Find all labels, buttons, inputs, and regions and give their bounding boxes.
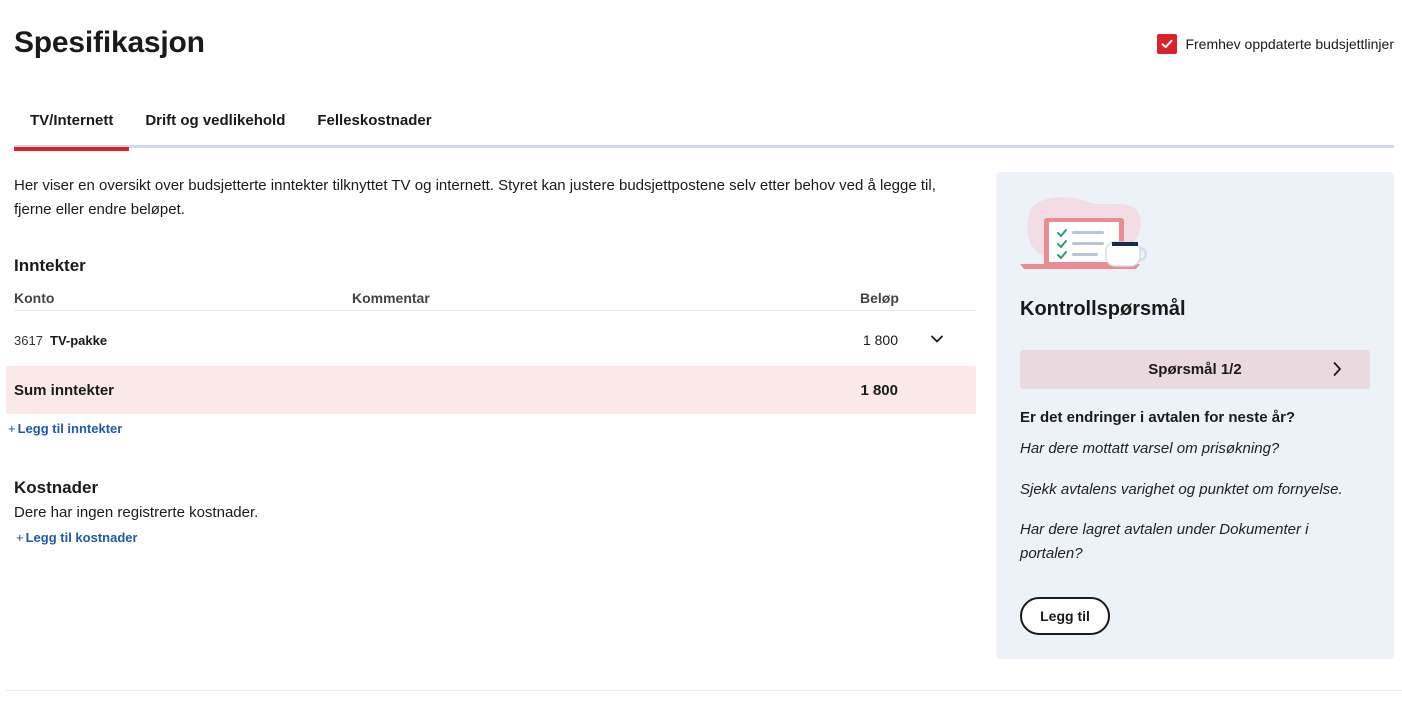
- plus-icon: +: [8, 421, 16, 436]
- highlight-label: Fremhev oppdaterte budsjettlinjer: [1185, 36, 1394, 52]
- question-heading: Er det endringer i avtalen for neste år?: [1020, 409, 1296, 426]
- add-income-label: Legg til inntekter: [17, 421, 123, 436]
- income-heading: Inntekter: [14, 256, 86, 275]
- tab-drift-og-vedlikehold[interactable]: Drift og vedlikehold: [129, 104, 301, 148]
- add-costs-link[interactable]: + Legg til kostnader: [16, 530, 138, 545]
- costs-heading: Kostnader: [14, 478, 99, 497]
- panel-title: Kontrollspørsmål: [1020, 298, 1186, 320]
- tab-felleskostnader[interactable]: Felleskostnader: [301, 104, 447, 148]
- column-header-amount: Beløp: [860, 290, 899, 306]
- chevron-right-icon: [1330, 361, 1344, 382]
- account-name: TV-pakke: [50, 333, 108, 348]
- tab-tv-internett[interactable]: TV/Internett: [14, 104, 130, 151]
- add-button[interactable]: Legg til: [1020, 597, 1110, 635]
- question-counter: Spørsmål 1/2: [1148, 361, 1242, 378]
- header-divider: [14, 310, 976, 311]
- control-questions-panel: Kontrollspørsmål Spørsmål 1/2 Er det end…: [996, 172, 1394, 659]
- costs-empty-text: Dere har ingen registrerte kostnader.: [14, 504, 259, 521]
- plus-icon: +: [16, 530, 24, 545]
- page-title: Spesifikasjon: [14, 26, 205, 59]
- checkmark-icon: [1161, 39, 1173, 49]
- column-header-account: Konto: [14, 290, 55, 306]
- sum-amount: 1 800: [860, 382, 898, 399]
- column-header-comment: Kommentar: [352, 290, 430, 306]
- footer-divider: [6, 690, 1402, 691]
- add-income-link[interactable]: + Legg til inntekter: [8, 421, 122, 436]
- question-item: Har dere lagret avtalen under Dokumenter…: [1020, 521, 1309, 562]
- table-row[interactable]: 3617 TV-pakke 1 800: [14, 322, 976, 360]
- question-item: Sjekk avtalens varighet og punktet om fo…: [1020, 481, 1343, 498]
- question-navigator-button[interactable]: Spørsmål 1/2: [1020, 350, 1370, 389]
- highlight-updated-toggle[interactable]: Fremhev oppdaterte budsjettlinjer: [1157, 34, 1394, 54]
- chevron-down-icon[interactable]: [930, 332, 944, 351]
- tab-bar: TV/Internett Drift og vedlikehold Felles…: [14, 104, 1394, 151]
- highlight-checkbox[interactable]: [1157, 34, 1178, 54]
- question-item: Har dere mottatt varsel om prisøkning?: [1020, 440, 1280, 457]
- sum-label: Sum inntekter: [14, 382, 115, 399]
- account-number: 3617: [14, 333, 43, 348]
- income-sum-row: Sum inntekter 1 800: [6, 366, 976, 414]
- intro-text: Her viser en oversikt over budsjetterte …: [14, 177, 936, 218]
- laptop-checklist-illustration: [1018, 194, 1150, 277]
- row-amount: 1 800: [862, 332, 898, 348]
- add-costs-label: Legg til kostnader: [25, 530, 138, 545]
